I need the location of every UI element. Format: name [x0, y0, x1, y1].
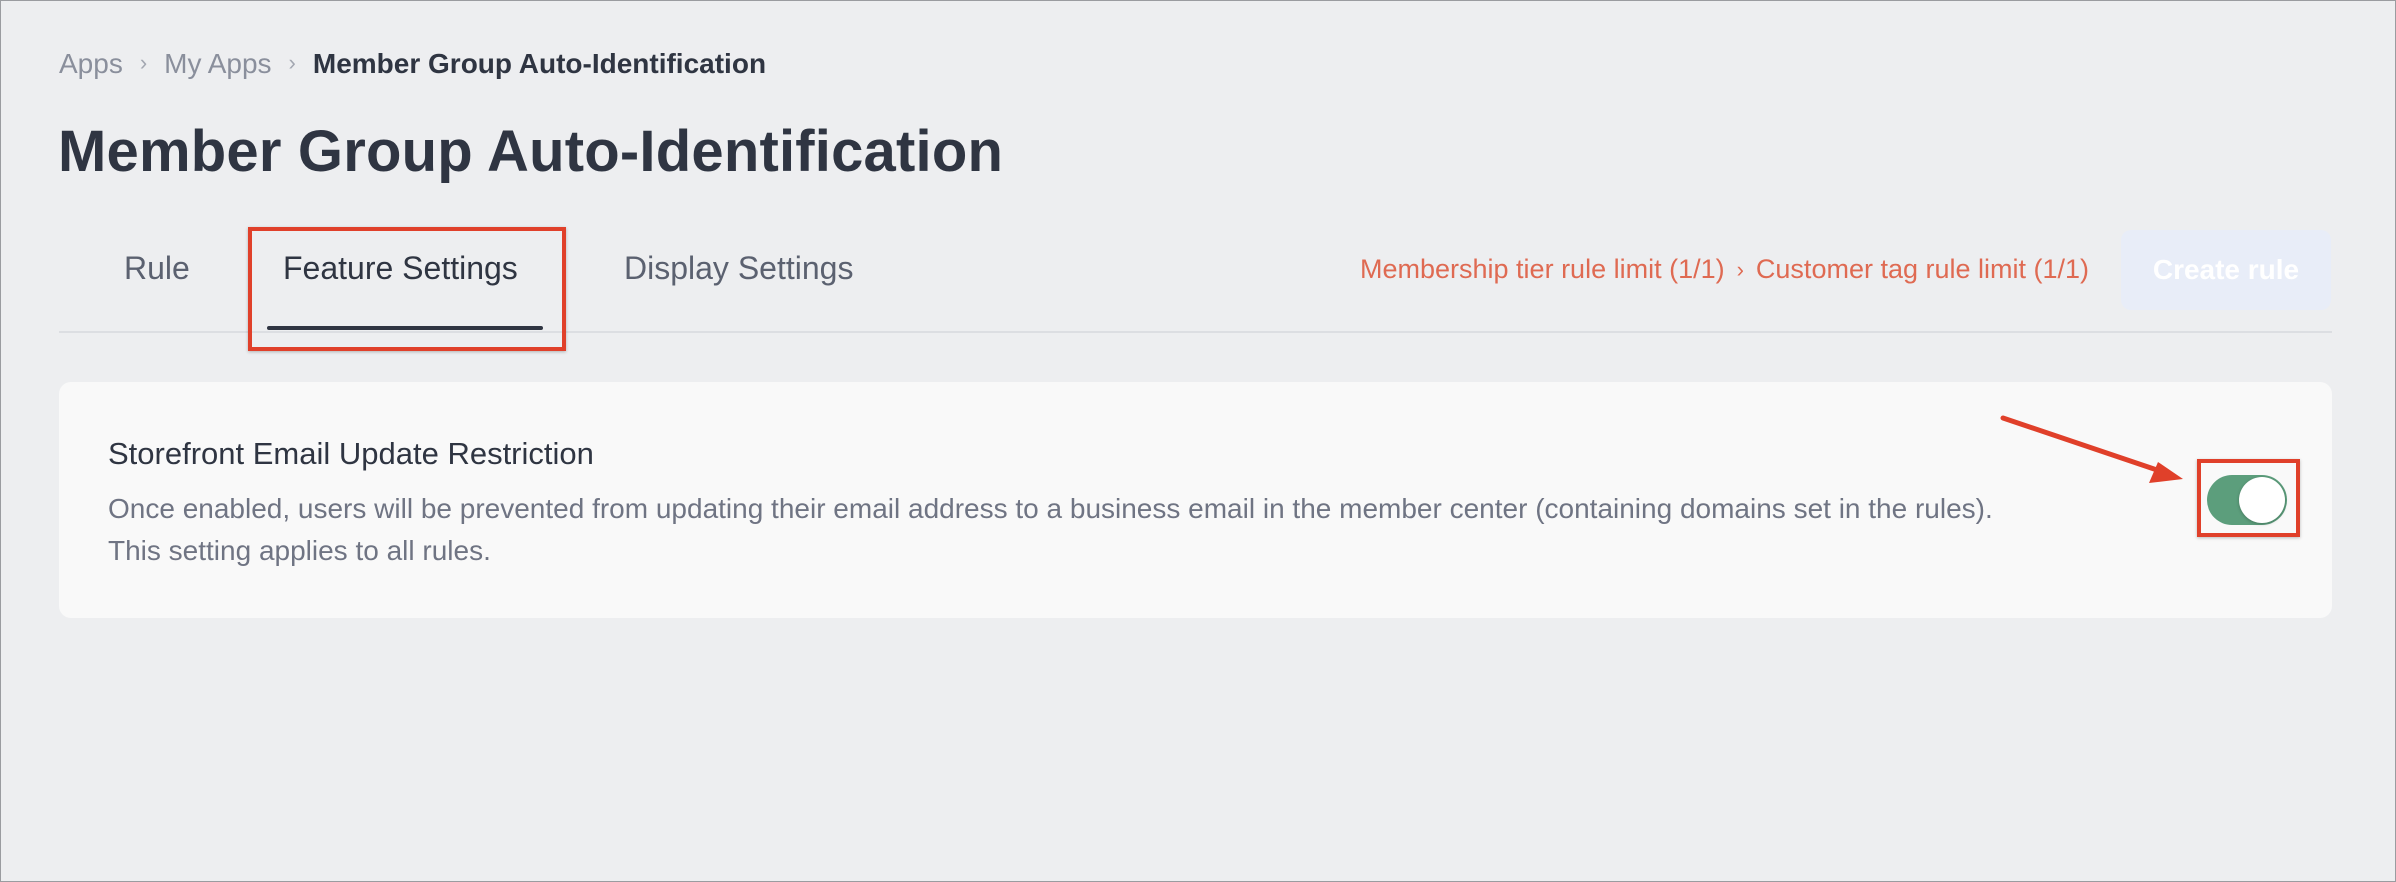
setting-description-line-1: Once enabled, users will be prevented fr… — [108, 493, 1993, 524]
breadcrumb-my-apps[interactable]: My Apps — [164, 48, 271, 80]
setting-card: Storefront Email Update Restriction Once… — [59, 382, 2332, 618]
breadcrumb-separator-icon: › — [288, 50, 296, 75]
breadcrumb-current: Member Group Auto-Identification — [312, 48, 767, 79]
email-restriction-toggle[interactable] — [2207, 475, 2287, 525]
setting-description-line-2: This setting applies to all rules. — [108, 535, 491, 566]
rule-limits: Membership tier rule limit (1/1) › Custo… — [1360, 254, 2090, 285]
tab-bar-divider — [59, 331, 2332, 333]
breadcrumb-apps[interactable]: Apps — [59, 48, 123, 80]
customer-tag-limit: Customer tag rule limit (1/1) — [1755, 254, 2090, 284]
breadcrumb: Apps › My Apps › Member Group Auto-Ident… — [59, 46, 766, 82]
limit-separator-icon: › — [1736, 256, 1744, 282]
setting-description: Once enabled, users will be prevented fr… — [108, 488, 2208, 572]
breadcrumb-separator-icon: › — [139, 50, 148, 75]
toggle-knob — [2239, 477, 2285, 523]
tab-feature-settings[interactable]: Feature Settings — [283, 250, 518, 308]
active-tab-indicator — [267, 326, 543, 330]
tab-rule[interactable]: Rule — [124, 250, 190, 308]
create-rule-button[interactable]: Create rule — [2121, 230, 2331, 310]
setting-title: Storefront Email Update Restriction — [108, 436, 594, 471]
tab-display-settings[interactable]: Display Settings — [624, 250, 853, 308]
page-title: Member Group Auto-Identification — [58, 119, 1004, 184]
membership-tier-limit: Membership tier rule limit (1/1) — [1360, 254, 1725, 284]
